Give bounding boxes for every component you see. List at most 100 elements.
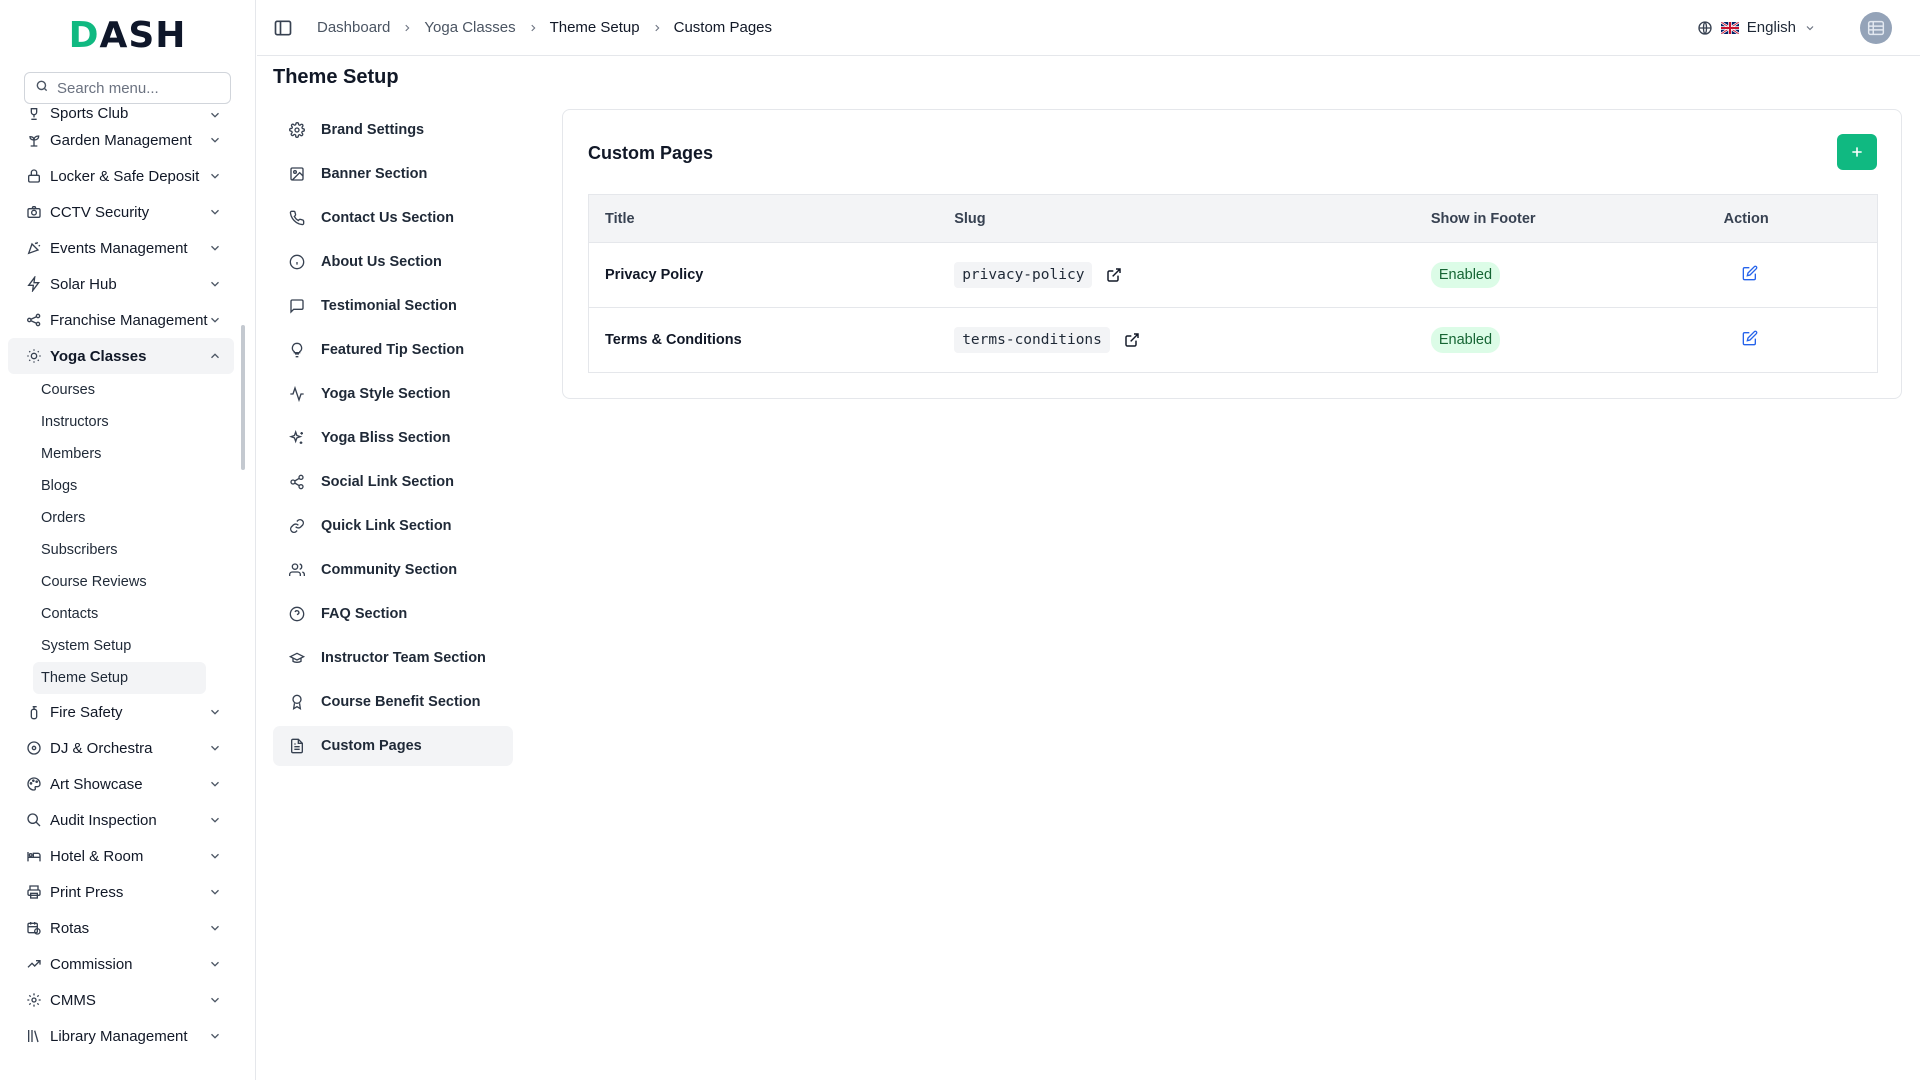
column-header-action: Action — [1723, 210, 1769, 227]
chevron-right-icon — [530, 24, 535, 31]
settings-item-course-benefit[interactable]: Course Benefit Section — [273, 682, 513, 722]
settings-item-community[interactable]: Community Section — [273, 550, 513, 590]
submenu-item-members[interactable]: Members — [0, 438, 206, 470]
search-input[interactable] — [57, 79, 237, 97]
settings-item-banner[interactable]: Banner Section — [273, 154, 513, 194]
sidebar-item-art-showcase[interactable]: Art Showcase — [8, 766, 234, 802]
sidebar-item-hotel[interactable]: Hotel & Room — [8, 838, 234, 874]
sidebar-item-label: Hotel & Room — [50, 847, 144, 865]
sidebar-item-franchise[interactable]: Franchise Management — [8, 302, 234, 338]
breadcrumb-yoga-classes[interactable]: Yoga Classes — [424, 19, 515, 36]
chevron-down-icon — [211, 709, 219, 715]
sidebar-item-solar[interactable]: Solar Hub — [8, 266, 234, 302]
external-link-icon[interactable] — [1124, 332, 1140, 348]
sidebar-item-locker[interactable]: Locker & Safe Deposit — [8, 158, 234, 194]
palette-icon — [26, 776, 42, 792]
page-title-cell: Privacy Policy — [605, 267, 704, 283]
slug-code: terms-conditions — [954, 327, 1110, 353]
chevron-down-icon — [211, 781, 219, 787]
sidebar-item-label: Solar Hub — [50, 275, 117, 293]
submenu-item-contacts[interactable]: Contacts — [0, 598, 206, 630]
card-title: Custom Pages — [588, 143, 714, 163]
edit-icon[interactable] — [1742, 330, 1758, 346]
uk-flag-icon — [1720, 21, 1739, 34]
sidebar-item-label: DJ & Orchestra — [50, 739, 153, 757]
settings-item-social-link[interactable]: Social Link Section — [273, 462, 513, 502]
sidebar-item-events[interactable]: Events Management — [8, 230, 234, 266]
sidebar-item-commission[interactable]: Commission — [8, 946, 234, 982]
sidebar-item-cctv[interactable]: CCTV Security — [8, 194, 234, 230]
sidebar-item-label: Rotas — [50, 919, 90, 937]
topbar: Dashboard Yoga Classes Theme Setup Custo… — [257, 0, 1920, 56]
settings-item-instructor-team[interactable]: Instructor Team Section — [273, 638, 513, 678]
image-icon — [289, 166, 305, 182]
settings-item-quick-link[interactable]: Quick Link Section — [273, 506, 513, 546]
topbar-actions: English — [1697, 11, 1892, 44]
settings-item-label: Yoga Bliss Section — [321, 430, 451, 446]
sidebar-item-fire-safety[interactable]: Fire Safety — [8, 694, 234, 730]
sidebar-toggle-icon[interactable] — [273, 18, 293, 38]
settings-item-custom-pages[interactable]: Custom Pages — [273, 726, 513, 766]
chevron-down-icon — [211, 137, 219, 143]
sidebar-item-yoga-classes[interactable]: Yoga Classes — [8, 338, 234, 374]
breadcrumb-theme-setup[interactable]: Theme Setup — [550, 19, 640, 36]
breadcrumb-custom-pages: Custom Pages — [673, 19, 773, 36]
settings-item-yoga-style[interactable]: Yoga Style Section — [273, 374, 513, 414]
submenu-item-course-reviews[interactable]: Course Reviews — [0, 566, 206, 598]
network-icon — [26, 312, 42, 328]
footer-cell: Enabled — [1415, 308, 1708, 373]
share-icon — [289, 474, 305, 490]
sidebar-scrollbar[interactable] — [241, 325, 245, 470]
submenu-item-theme-setup[interactable]: Theme Setup — [33, 662, 206, 694]
language-selector[interactable]: English — [1697, 19, 1816, 36]
submenu-item-instructors[interactable]: Instructors — [0, 406, 206, 438]
settings-item-featured-tip[interactable]: Featured Tip Section — [273, 330, 513, 370]
lightbulb-icon — [289, 342, 305, 358]
chevron-down-icon — [1806, 25, 1814, 30]
sidebar-item-label: Commission — [50, 955, 133, 973]
submenu-item-blogs[interactable]: Blogs — [0, 470, 206, 502]
status-badge: Enabled — [1430, 262, 1501, 288]
message-icon — [289, 298, 305, 314]
sidebar-item-sports-club[interactable]: Sports Club — [8, 104, 234, 122]
sidebar-item-label: Audit Inspection — [50, 811, 157, 829]
sidebar-nav: Sports Club Garden Management Locker & S… — [0, 104, 244, 1080]
sidebar-item-label: Garden Management — [50, 131, 192, 149]
sidebar-item-dj[interactable]: DJ & Orchestra — [8, 730, 234, 766]
chevron-right-icon — [654, 24, 660, 31]
settings-item-faq[interactable]: FAQ Section — [273, 594, 513, 634]
edit-icon[interactable] — [1742, 265, 1758, 281]
chevron-up-icon — [211, 353, 219, 359]
settings-item-about-us[interactable]: About Us Section — [273, 242, 513, 282]
submenu-item-courses[interactable]: Courses — [0, 374, 206, 406]
add-page-button[interactable] — [1837, 134, 1877, 170]
external-link-icon[interactable] — [1106, 267, 1122, 283]
logo-text: DASH — [69, 15, 187, 56]
settings-item-label: Community Section — [321, 562, 458, 578]
settings-item-contact-us[interactable]: Contact Us Section — [273, 198, 513, 238]
settings-item-yoga-bliss[interactable]: Yoga Bliss Section — [273, 418, 513, 458]
submenu-item-system-setup[interactable]: System Setup — [0, 630, 206, 662]
sidebar-item-audit[interactable]: Audit Inspection — [8, 802, 234, 838]
camera-icon — [26, 204, 42, 220]
submenu-item-subscribers[interactable]: Subscribers — [0, 534, 206, 566]
sidebar-item-library[interactable]: Library Management — [8, 1018, 234, 1054]
avatar[interactable] — [1860, 11, 1892, 44]
sidebar-item-rotas[interactable]: Rotas — [8, 910, 234, 946]
page-title: Theme Setup — [273, 66, 399, 88]
breadcrumb-dashboard[interactable]: Dashboard — [317, 19, 390, 36]
trophy-icon — [26, 106, 42, 122]
settings-item-label: Instructor Team Section — [321, 650, 486, 666]
settings-item-testimonial[interactable]: Testimonial Section — [273, 286, 513, 326]
submenu-item-orders[interactable]: Orders — [0, 502, 206, 534]
sidebar-item-print-press[interactable]: Print Press — [8, 874, 234, 910]
column-header-title: Title — [605, 210, 635, 227]
globe-icon — [1698, 20, 1712, 35]
settings-item-brand[interactable]: Brand Settings — [273, 110, 513, 150]
sidebar-item-label: Library Management — [50, 1027, 188, 1045]
sidebar-item-cmms[interactable]: CMMS — [8, 982, 234, 1018]
footer-cell: Enabled — [1415, 243, 1708, 308]
sidebar-item-garden[interactable]: Garden Management — [8, 122, 234, 158]
activity-icon — [289, 386, 305, 402]
graduation-cap-icon — [289, 650, 305, 666]
